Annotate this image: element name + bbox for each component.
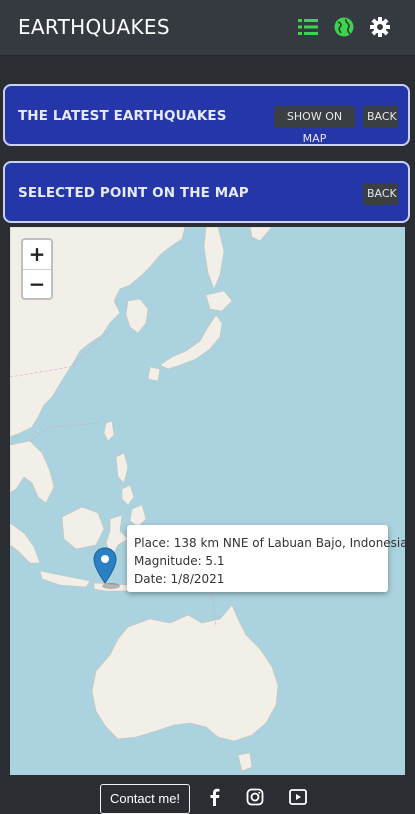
popup-place: Place: 138 km NNE of Labuan Bajo, Indone… <box>134 536 405 550</box>
show-on-map-button[interactable]: SHOW ON MAP <box>274 106 355 145</box>
list-icon[interactable] <box>297 16 319 38</box>
zoom-out-button[interactable]: − <box>23 270 51 299</box>
back-button[interactable]: BACK <box>363 183 398 205</box>
gear-icon[interactable] <box>369 16 391 38</box>
facebook-icon[interactable] <box>206 788 224 806</box>
spacer-band <box>0 56 415 86</box>
map-marker-icon[interactable] <box>93 547 121 589</box>
earthquake-map[interactable]: + − Place: 138 km NNE of Labuan Bajo, In… <box>10 227 405 775</box>
youtube-icon[interactable] <box>289 788 307 806</box>
top-navbar: EARTHQUAKES <box>0 0 415 56</box>
map-tiles <box>10 227 279 772</box>
globe-icon[interactable] <box>333 16 355 38</box>
contact-button[interactable]: Contact me! <box>100 784 190 814</box>
zoom-in-button[interactable]: + <box>23 240 51 270</box>
instagram-icon[interactable] <box>246 788 264 806</box>
app-title: EARTHQUAKES <box>18 15 170 39</box>
popup-magnitude: Magnitude: 5.1 <box>134 554 225 568</box>
latest-earthquakes-card[interactable]: THE LATEST EARTHQUAKES SHOW ON MAP BACK <box>3 84 410 146</box>
zoom-control: + − <box>21 238 53 300</box>
footer: Contact me! <box>0 775 415 814</box>
selected-point-card[interactable]: SELECTED POINT ON THE MAP BACK <box>3 161 410 223</box>
earthquake-popup: Place: 138 km NNE of Labuan Bajo, Indone… <box>127 525 405 592</box>
latest-earthquakes-title: THE LATEST EARTHQUAKES <box>18 108 227 124</box>
back-button[interactable]: BACK <box>363 106 398 128</box>
selected-point-title: SELECTED POINT ON THE MAP <box>18 185 249 201</box>
popup-date: Date: 1/8/2021 <box>134 572 225 586</box>
